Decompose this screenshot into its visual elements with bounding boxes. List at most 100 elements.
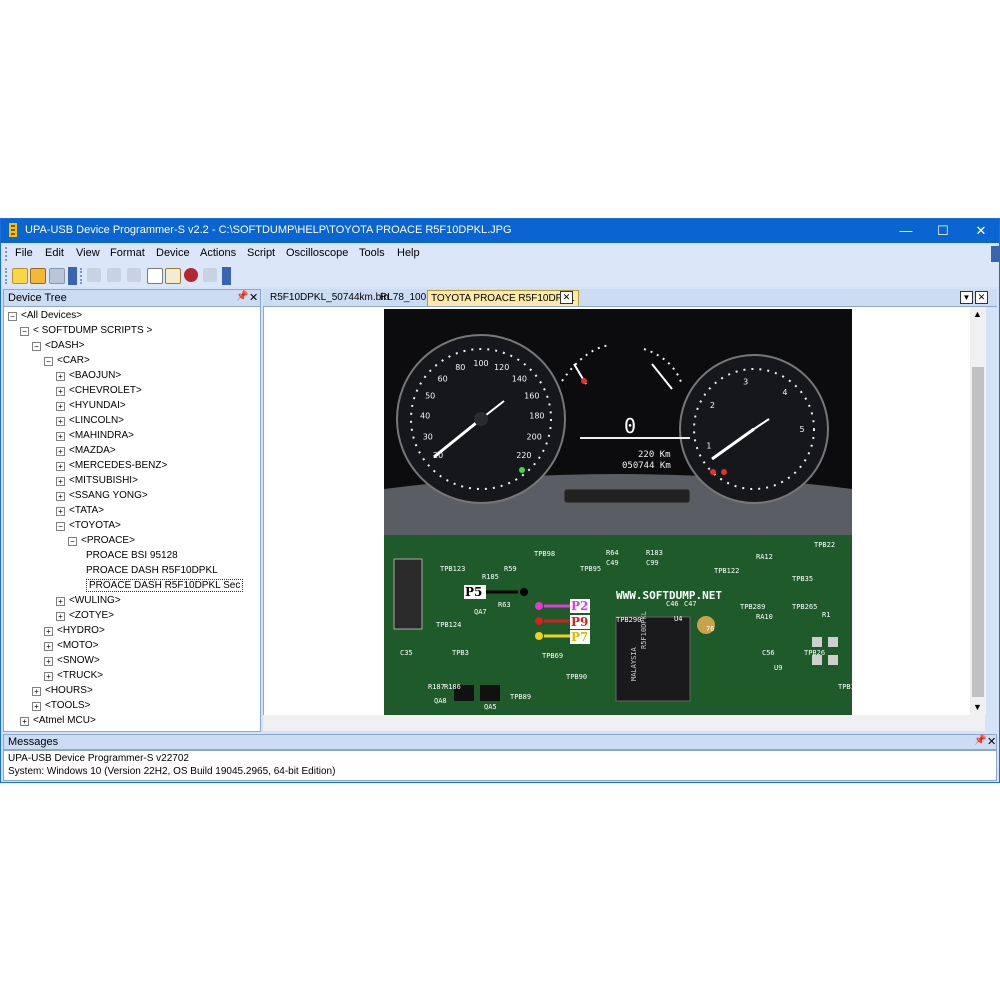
expand-icon[interactable]: + xyxy=(44,657,53,666)
tree-item-wuling[interactable]: + <WULING> xyxy=(56,594,121,608)
toolbar-chevron-icon-2[interactable] xyxy=(222,267,231,285)
expand-icon[interactable]: + xyxy=(56,477,65,486)
expand-icon[interactable]: + xyxy=(44,672,53,681)
tree-item-mercedes-benz[interactable]: + <MERCEDES-BENZ> xyxy=(56,459,167,473)
messages-pin-icon[interactable]: 📌 xyxy=(974,735,986,746)
expand-icon[interactable]: + xyxy=(56,372,65,381)
scroll-down-icon[interactable]: ▼ xyxy=(973,702,982,712)
expand-icon[interactable]: + xyxy=(20,717,29,726)
tree-item-hours[interactable]: + <HOURS> xyxy=(32,684,93,698)
tree-item-label: <LINCOLN> xyxy=(69,415,125,426)
tree-item-atmel-mcu[interactable]: + <Atmel MCU> xyxy=(20,714,96,728)
save-icon[interactable] xyxy=(49,268,65,284)
tree-item-truck[interactable]: + <TRUCK> xyxy=(44,669,103,683)
expand-icon[interactable]: + xyxy=(32,687,41,696)
expand-icon[interactable]: + xyxy=(56,597,65,606)
tree-item-baojun[interactable]: + <BAOJUN> xyxy=(56,369,121,383)
menu-chevron-icon[interactable] xyxy=(991,246,999,262)
tree-item-car[interactable]: − <CAR> xyxy=(44,354,90,368)
menu-device[interactable]: Device xyxy=(156,247,190,259)
tree-item-proace[interactable]: − <PROACE> xyxy=(68,534,135,548)
tree-item-dash[interactable]: − <DASH> xyxy=(32,339,84,353)
tab-rl78[interactable]: RL78_100 xyxy=(377,290,429,305)
paste-icon[interactable] xyxy=(127,268,141,282)
tree-item-mazda[interactable]: + <MAZDA> xyxy=(56,444,116,458)
collapse-icon[interactable]: − xyxy=(68,537,77,546)
menu-view[interactable]: View xyxy=(76,247,100,259)
panel-close-icon[interactable]: ✕ xyxy=(249,291,258,304)
tree-item-toyota[interactable]: − <TOYOTA> xyxy=(56,519,121,533)
tree-item-hyundai[interactable]: + <HYUNDAI> xyxy=(56,399,126,413)
tree-item-hydro[interactable]: + <HYDRO> xyxy=(44,624,105,638)
bug-icon[interactable] xyxy=(184,268,198,282)
chip-origin-label: MALAYSIA xyxy=(630,646,638,681)
tree-item-chevrolet[interactable]: + <CHEVROLET> xyxy=(56,384,142,398)
toolbar-chevron-icon[interactable] xyxy=(68,267,77,285)
tree-item-tata[interactable]: + <TATA> xyxy=(56,504,104,518)
expand-icon[interactable]: + xyxy=(32,702,41,711)
tree-item-mahindra[interactable]: + <MAHINDRA> xyxy=(56,429,134,443)
menu-actions[interactable]: Actions xyxy=(200,247,236,259)
copy-icon[interactable] xyxy=(107,268,121,282)
tree-item-moto[interactable]: + <MOTO> xyxy=(44,639,99,653)
vertical-scrollbar[interactable]: ▲ ▼ xyxy=(970,307,986,715)
menu-tools[interactable]: Tools xyxy=(359,247,385,259)
title-bar[interactable]: UPA-USB Device Programmer-S v2.2 - C:\SO… xyxy=(1,219,999,243)
collapse-icon[interactable]: − xyxy=(32,342,41,351)
settings-icon[interactable] xyxy=(165,268,181,284)
expand-icon[interactable]: + xyxy=(56,402,65,411)
close-button[interactable]: ✕ xyxy=(963,219,999,243)
expand-icon[interactable]: + xyxy=(56,447,65,456)
menu-script[interactable]: Script xyxy=(247,247,275,259)
open-folder-icon[interactable] xyxy=(30,268,46,284)
menu-help[interactable]: Help xyxy=(397,247,420,259)
tree-item-zotye[interactable]: + <ZOTYE> xyxy=(56,609,114,623)
cut-icon[interactable] xyxy=(87,268,101,282)
minimize-button[interactable]: — xyxy=(888,219,924,243)
menu-file[interactable]: File xyxy=(15,247,33,259)
scroll-up-icon[interactable]: ▲ xyxy=(973,309,982,319)
expand-icon[interactable]: + xyxy=(44,642,53,651)
expand-icon[interactable]: + xyxy=(56,612,65,621)
pin-icon[interactable]: 📌 xyxy=(236,291,248,302)
tree-item-softdump-scripts[interactable]: − < SOFTDUMP SCRIPTS > xyxy=(20,324,152,338)
horizontal-scrollbar[interactable] xyxy=(263,715,985,731)
expand-icon[interactable]: + xyxy=(56,462,65,471)
tab-close-icon[interactable]: ✕ xyxy=(560,291,573,304)
tree-item-ssang-yong[interactable]: + <SSANG YONG> xyxy=(56,489,148,503)
scroll-thumb[interactable] xyxy=(972,367,984,697)
expand-icon[interactable]: + xyxy=(44,627,53,636)
expand-icon[interactable]: + xyxy=(56,432,65,441)
tab-toyota-proace[interactable]: TOYOTA PROACE R5F10DPKL xyxy=(427,290,579,306)
maximize-button[interactable]: ☐ xyxy=(925,219,961,243)
notes-icon[interactable] xyxy=(147,268,163,284)
expand-icon[interactable]: + xyxy=(56,492,65,501)
expand-icon[interactable]: + xyxy=(56,507,65,516)
rpm-tick-label: 5 xyxy=(799,425,804,434)
expand-icon[interactable]: + xyxy=(56,387,65,396)
menu-edit[interactable]: Edit xyxy=(45,247,64,259)
tab-list-icon[interactable]: ▼ xyxy=(960,291,973,304)
tree-item-lincoln[interactable]: + <LINCOLN> xyxy=(56,414,124,428)
expand-icon[interactable]: + xyxy=(56,417,65,426)
collapse-icon[interactable]: − xyxy=(56,522,65,531)
device-tree[interactable]: − <All Devices> − < SOFTDUMP SCRIPTS > − <DAS… xyxy=(4,307,260,731)
stop-icon[interactable] xyxy=(203,268,217,282)
new-file-icon[interactable] xyxy=(12,268,28,284)
menu-format[interactable]: Format xyxy=(110,247,145,259)
tree-item-proace-dash-r5f10dpkl-sec[interactable]: PROACE DASH R5F10DPKL Sec xyxy=(80,579,244,593)
tree-item-proace-dash-r5f10dpkl[interactable]: PROACE DASH R5F10DPKL xyxy=(80,564,218,578)
image-viewer[interactable]: 0 220 Km 050744 Km 20 30 40 50 60 80 100 120 140… xyxy=(263,307,986,715)
menu-oscilloscope[interactable]: Oscilloscope xyxy=(286,247,348,259)
tab-bin-file[interactable]: R5F10DPKL_50744km.bin xyxy=(267,290,392,305)
close-document-icon[interactable]: ✕ xyxy=(975,291,988,304)
tree-item-all-devices[interactable]: − <All Devices> xyxy=(8,309,82,323)
collapse-icon[interactable]: − xyxy=(8,312,17,321)
collapse-icon[interactable]: − xyxy=(20,327,29,336)
tree-item-mitsubishi[interactable]: + <MITSUBISHI> xyxy=(56,474,138,488)
messages-close-icon[interactable]: ✕ xyxy=(987,735,996,748)
tree-item-tools[interactable]: + <TOOLS> xyxy=(32,699,90,713)
collapse-icon[interactable]: − xyxy=(44,357,53,366)
tree-item-snow[interactable]: + <SNOW> xyxy=(44,654,100,668)
tree-item-proace-bsi-95128[interactable]: PROACE BSI 95128 xyxy=(80,549,178,563)
